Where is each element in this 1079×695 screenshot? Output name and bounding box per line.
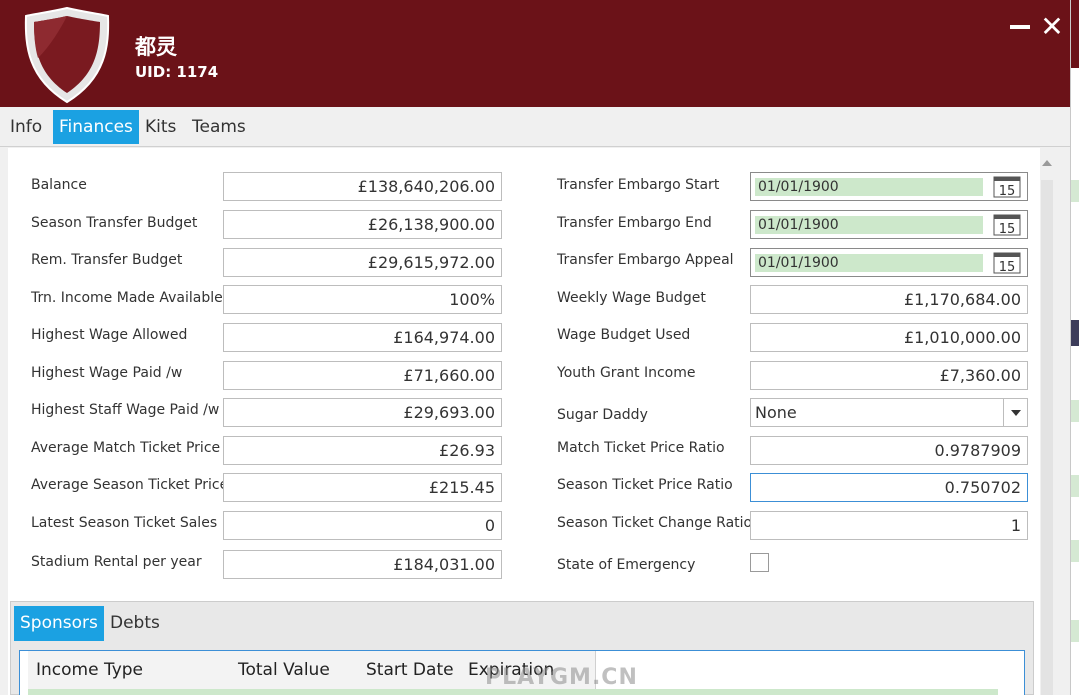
tab-teams[interactable]: Teams xyxy=(186,110,252,144)
sugar-daddy-select[interactable]: None xyxy=(750,398,1028,427)
embargo-start-date-picker[interactable]: 01/01/1900 15 xyxy=(750,172,1028,201)
highest-wage-allowed-label: Highest Wage Allowed xyxy=(31,327,188,343)
embargo-end-label: Transfer Embargo End xyxy=(557,215,712,231)
window-header: 都灵 UID: 1174 ✕ xyxy=(0,0,1070,107)
calendar-icon[interactable]: 15 xyxy=(993,176,1021,198)
balance-label: Balance xyxy=(31,177,87,193)
state-of-emergency-checkbox[interactable] xyxy=(750,553,769,572)
minimize-icon[interactable] xyxy=(1010,25,1030,29)
weekly-wage-budget-field[interactable]: £1,170,684.00 xyxy=(750,285,1028,314)
latest-season-ticket-sales-label: Latest Season Ticket Sales xyxy=(31,515,218,531)
match-ticket-ratio-label: Match Ticket Price Ratio xyxy=(557,440,725,456)
state-of-emergency-label: State of Emergency xyxy=(557,557,696,573)
content-scrollbar[interactable] xyxy=(1040,155,1054,695)
chevron-down-icon[interactable] xyxy=(1003,399,1027,426)
highest-staff-wage-label: Highest Staff Wage Paid /w xyxy=(31,402,220,418)
close-icon[interactable]: ✕ xyxy=(1040,12,1064,42)
highest-staff-wage-field[interactable]: £29,693.00 xyxy=(223,398,502,427)
embargo-start-label: Transfer Embargo Start xyxy=(557,177,720,193)
youth-grant-income-field[interactable]: £7,360.00 xyxy=(750,361,1028,390)
season-transfer-budget-field[interactable]: £26,138,900.00 xyxy=(223,210,502,239)
season-ticket-change-field[interactable]: 1 xyxy=(750,511,1028,540)
stadium-rental-label: Stadium Rental per year xyxy=(31,554,202,570)
calendar-day: 15 xyxy=(999,184,1016,198)
stadium-rental-field[interactable]: £184,031.00 xyxy=(223,550,502,579)
highest-wage-paid-label: Highest Wage Paid /w xyxy=(31,365,183,381)
club-crest-icon xyxy=(24,6,110,104)
trn-income-field[interactable]: 100% xyxy=(223,285,502,314)
season-ticket-change-label: Season Ticket Change Ratio xyxy=(557,515,753,531)
embargo-appeal-value[interactable]: 01/01/1900 xyxy=(755,254,983,272)
tab-kits[interactable]: Kits xyxy=(139,110,182,144)
season-ticket-ratio-label: Season Ticket Price Ratio xyxy=(557,477,733,493)
club-name: 都灵 xyxy=(135,35,177,59)
wage-budget-used-label: Wage Budget Used xyxy=(557,327,691,343)
tab-finances[interactable]: Finances xyxy=(53,110,139,144)
rem-transfer-budget-label: Rem. Transfer Budget xyxy=(31,252,183,268)
column-header-start-date[interactable]: Start Date xyxy=(358,651,462,689)
highest-wage-paid-field[interactable]: £71,660.00 xyxy=(223,361,502,390)
sugar-daddy-label: Sugar Daddy xyxy=(557,407,648,423)
latest-season-ticket-sales-field[interactable]: 0 xyxy=(223,511,502,540)
watermark: PLAYGM.CN xyxy=(485,665,638,690)
main-tab-bar: Info Finances Kits Teams xyxy=(0,107,1070,147)
background-window-edge xyxy=(1070,0,1079,695)
weekly-wage-budget-label: Weekly Wage Budget xyxy=(557,290,706,306)
avg-season-ticket-field[interactable]: £215.45 xyxy=(223,473,502,502)
scroll-up-icon[interactable] xyxy=(1040,155,1054,173)
embargo-appeal-date-picker[interactable]: 01/01/1900 15 xyxy=(750,248,1028,277)
calendar-day: 15 xyxy=(999,260,1016,274)
club-uid: UID: 1174 xyxy=(135,63,219,81)
embargo-start-value[interactable]: 01/01/1900 xyxy=(755,178,983,196)
column-header-income-type[interactable]: Income Type xyxy=(28,651,240,689)
trn-income-label: Trn. Income Made Available xyxy=(31,290,223,306)
column-header-total-value[interactable]: Total Value xyxy=(230,651,360,689)
embargo-end-date-picker[interactable]: 01/01/1900 15 xyxy=(750,210,1028,239)
calendar-icon[interactable]: 15 xyxy=(993,214,1021,236)
tab-debts[interactable]: Debts xyxy=(104,606,166,641)
rem-transfer-budget-field[interactable]: £29,615,972.00 xyxy=(223,248,502,277)
scroll-track[interactable] xyxy=(1041,180,1053,695)
tab-info[interactable]: Info xyxy=(4,110,48,144)
match-ticket-ratio-field[interactable]: 0.9787909 xyxy=(750,436,1028,465)
tab-sponsors[interactable]: Sponsors xyxy=(14,606,104,641)
sugar-daddy-value: None xyxy=(755,403,797,422)
calendar-icon[interactable]: 15 xyxy=(993,252,1021,274)
embargo-end-value[interactable]: 01/01/1900 xyxy=(755,216,983,234)
embargo-appeal-label: Transfer Embargo Appeal xyxy=(557,252,734,268)
season-transfer-budget-label: Season Transfer Budget xyxy=(31,215,198,231)
club-editor-window: 都灵 UID: 1174 ✕ Info Finances Kits Teams … xyxy=(0,0,1079,695)
wage-budget-used-field[interactable]: £1,010,000.00 xyxy=(750,323,1028,352)
season-ticket-ratio-field[interactable]: 0.750702 xyxy=(750,473,1028,502)
balance-field[interactable]: £138,640,206.00 xyxy=(223,172,502,201)
avg-match-ticket-field[interactable]: £26.93 xyxy=(223,436,502,465)
highest-wage-allowed-field[interactable]: £164,974.00 xyxy=(223,323,502,352)
youth-grant-income-label: Youth Grant Income xyxy=(557,365,696,381)
avg-season-ticket-label: Average Season Ticket Price xyxy=(31,477,229,493)
calendar-day: 15 xyxy=(999,222,1016,236)
avg-match-ticket-label: Average Match Ticket Price xyxy=(31,440,221,456)
